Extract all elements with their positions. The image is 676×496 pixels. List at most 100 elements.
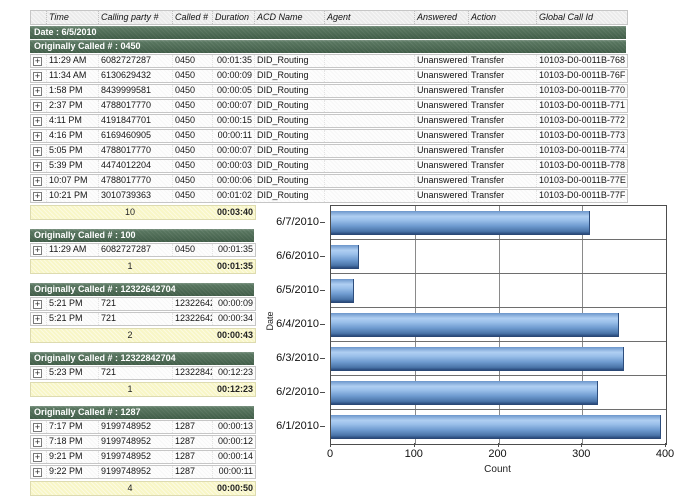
cell-duration: 00:01:02 (213, 190, 255, 202)
cell-time: 5:21 PM (47, 298, 99, 310)
y-tick-mark (320, 426, 325, 427)
expand-icon[interactable]: + (33, 162, 42, 171)
cell-call_id: 10103-D0-0011B-774 (537, 145, 627, 157)
call-group: Originally Called # : 0450+11:29 AM60827… (30, 40, 628, 220)
table-row: +2:37 PM4788017770045000:00:07DID_Routin… (30, 99, 628, 113)
cell-calling: 721 (99, 367, 173, 379)
expand-icon[interactable]: + (33, 468, 42, 477)
y-tick-label: 6/6/2010 (276, 239, 319, 273)
cell-calling: 9199748952 (99, 421, 173, 433)
x-axis: 0100200300400 (330, 443, 665, 463)
expand-icon[interactable]: + (33, 72, 42, 81)
y-tick-label: 6/7/2010 (276, 205, 319, 239)
header-cell-acd: ACD Name (255, 11, 325, 24)
cell-call_id: 10103-D0-0011B-773 (537, 130, 627, 142)
group-header-bar: Originally Called # : 1287 (30, 406, 254, 419)
chart-band (331, 240, 666, 274)
y-tick-mark (320, 358, 325, 359)
cell-calling: 9199748952 (99, 451, 173, 463)
cell-time: 11:29 AM (47, 55, 99, 67)
table-row: +4:11 PM4191847701045000:00:15DID_Routin… (30, 114, 628, 128)
summary-count: 1 (47, 383, 213, 396)
x-tick-mark (330, 443, 331, 447)
cell-calling: 4191847701 (99, 115, 173, 127)
chart-band (331, 376, 666, 410)
expand-icon[interactable]: + (33, 147, 42, 156)
cell-answered: Unanswered (415, 160, 469, 172)
y-tick-mark (320, 290, 325, 291)
cell-acd: DID_Routing (255, 175, 325, 187)
expand-icon[interactable]: + (33, 132, 42, 141)
header-cell-time: Time (47, 11, 99, 24)
table-header-row: TimeCalling party #Called #DurationACD N… (30, 10, 628, 25)
cell-called: 12322642704 (173, 313, 213, 325)
cell-answered: Unanswered (415, 85, 469, 97)
cell-duration: 00:00:11 (213, 130, 255, 142)
expand-icon[interactable]: + (33, 102, 42, 111)
cell-calling: 8439999581 (99, 85, 173, 97)
cell-calling: 4788017770 (99, 100, 173, 112)
cell-answered: Unanswered (415, 130, 469, 142)
y-tick-mark (320, 324, 325, 325)
expand-icon[interactable]: + (33, 177, 42, 186)
expand-cell: + (31, 145, 47, 157)
cell-duration: 00:00:09 (213, 298, 255, 310)
cell-agent (325, 85, 415, 97)
cell-calling: 4474012204 (99, 160, 173, 172)
expand-icon[interactable]: + (33, 300, 42, 309)
cell-time: 4:16 PM (47, 130, 99, 142)
cell-time: 7:17 PM (47, 421, 99, 433)
expand-cell: + (31, 436, 47, 448)
x-tick-label: 100 (405, 448, 423, 460)
expand-icon[interactable]: + (33, 57, 42, 66)
summary-duration: 00:00:43 (213, 329, 255, 342)
group-summary-row: 100:12:23 (30, 382, 256, 397)
cell-call_id: 10103-D0-0011B-770 (537, 85, 627, 97)
cell-duration: 00:00:03 (213, 160, 255, 172)
expand-cell: + (31, 367, 47, 379)
cell-agent (325, 115, 415, 127)
y-tick-mark (320, 222, 325, 223)
header-cell-calling: Calling party # (99, 11, 173, 24)
cell-duration: 00:00:07 (213, 100, 255, 112)
cell-calling: 6130629432 (99, 70, 173, 82)
cell-calling: 3010739363 (99, 190, 173, 202)
header-cell-duration: Duration (213, 11, 255, 24)
expand-icon[interactable]: + (33, 438, 42, 447)
y-tick-label: 6/4/2010 (276, 307, 319, 341)
y-tick-label: 6/3/2010 (276, 341, 319, 375)
cell-time: 10:21 PM (47, 190, 99, 202)
cell-duration: 00:00:15 (213, 115, 255, 127)
expand-cell: + (31, 160, 47, 172)
cell-call_id: 10103-D0-0011B-778 (537, 160, 627, 172)
x-tick-mark (665, 443, 666, 447)
cell-time: 5:21 PM (47, 313, 99, 325)
cell-action: Transfer (469, 70, 537, 82)
expand-icon[interactable]: + (33, 315, 42, 324)
cell-called: 1287 (173, 421, 213, 433)
cell-time: 4:11 PM (47, 115, 99, 127)
cell-called: 0450 (173, 70, 213, 82)
expand-icon[interactable]: + (33, 192, 42, 201)
cell-duration: 00:00:14 (213, 451, 255, 463)
chart-bar (331, 415, 661, 439)
expand-icon[interactable]: + (33, 87, 42, 96)
group-summary-row: 100:01:35 (30, 259, 256, 274)
cell-agent (325, 100, 415, 112)
cell-called: 0450 (173, 190, 213, 202)
cell-time: 9:21 PM (47, 451, 99, 463)
expand-icon[interactable]: + (33, 117, 42, 126)
expand-icon[interactable]: + (33, 453, 42, 462)
expand-cell: + (31, 130, 47, 142)
chart-band (331, 308, 666, 342)
table-row: +5:39 PM4474012204045000:00:03DID_Routin… (30, 159, 628, 173)
expand-icon[interactable]: + (33, 423, 42, 432)
expand-icon[interactable]: + (33, 246, 42, 255)
cell-action: Transfer (469, 85, 537, 97)
chart-bar (331, 347, 624, 371)
expand-icon[interactable]: + (33, 369, 42, 378)
expand-cell: + (31, 115, 47, 127)
cell-acd: DID_Routing (255, 85, 325, 97)
cell-calling: 721 (99, 298, 173, 310)
cell-called: 0450 (173, 130, 213, 142)
